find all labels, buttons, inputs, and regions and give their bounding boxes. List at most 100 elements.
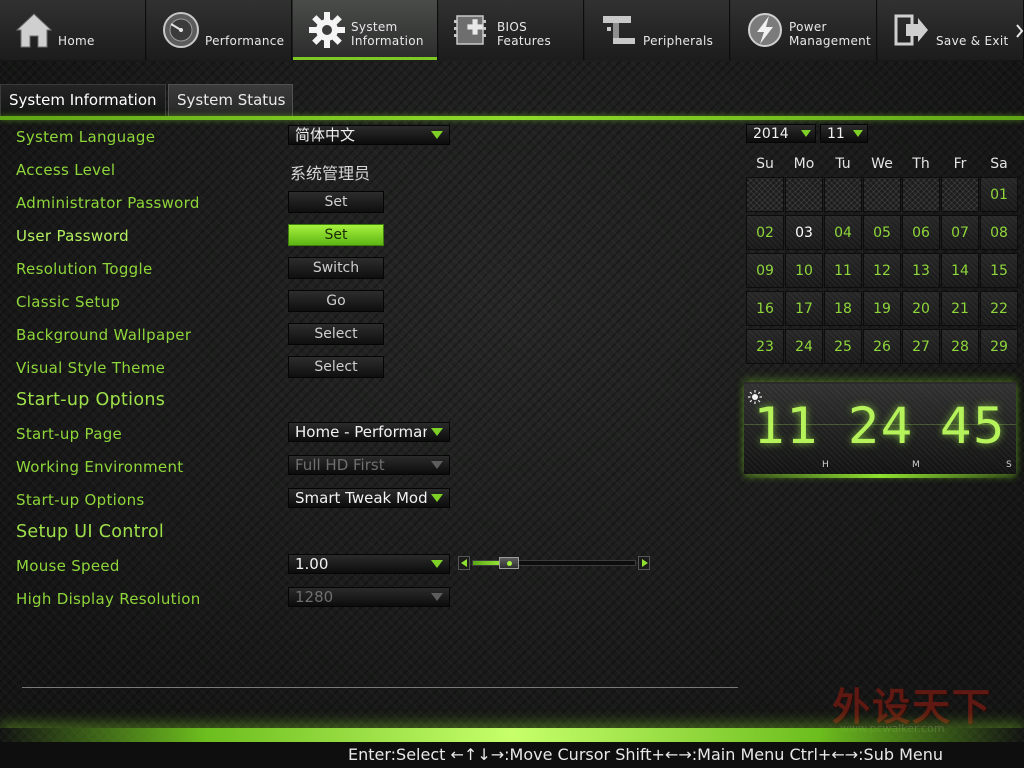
- calendar-day[interactable]: 12: [863, 253, 901, 288]
- calendar-day[interactable]: 23: [746, 329, 784, 364]
- calendar-day[interactable]: 09: [746, 253, 784, 288]
- calendar-month-value: 11: [827, 126, 845, 142]
- clock-minutes: 24: [848, 397, 914, 455]
- calendar-day[interactable]: 17: [785, 291, 823, 326]
- chevron-down-icon: [431, 560, 443, 568]
- calendar-day[interactable]: 05: [863, 215, 901, 250]
- calendar-day[interactable]: 01: [980, 177, 1018, 212]
- calendar-day[interactable]: 20: [902, 291, 940, 326]
- calendar-day[interactable]: 13: [902, 253, 940, 288]
- calendar-day[interactable]: 18: [824, 291, 862, 326]
- nav-system-information-label: System Information: [351, 20, 424, 48]
- calendar-weekday-header: Su Mo Tu We Th Fr Sa: [746, 153, 1018, 175]
- calendar-day[interactable]: 08: [980, 215, 1018, 250]
- calendar-day[interactable]: 07: [941, 215, 979, 250]
- weekday-label: Sa: [990, 156, 1008, 172]
- clock-minutes-unit: M: [912, 460, 920, 470]
- startup-options-dropdown[interactable]: Smart Tweak Mode: [288, 488, 450, 508]
- system-language-dropdown[interactable]: 简体中文: [288, 125, 450, 145]
- calendar-month-dropdown[interactable]: 11: [820, 124, 868, 143]
- high-display-resolution-label: High Display Resolution: [16, 590, 201, 608]
- calendar-day[interactable]: 04: [824, 215, 862, 250]
- visual-style-theme-select-button[interactable]: Select: [288, 356, 384, 378]
- calendar-day[interactable]: 29: [980, 329, 1018, 364]
- nav-power-management[interactable]: Power Management: [731, 0, 877, 60]
- calendar-year-dropdown[interactable]: 2014: [746, 124, 816, 143]
- system-language-value: 简体中文: [295, 126, 356, 144]
- nav-peripherals[interactable]: Peripherals: [585, 0, 730, 60]
- administrator-password-set-button[interactable]: Set: [288, 191, 384, 213]
- slider-track[interactable]: [472, 557, 636, 569]
- slider-increase-icon[interactable]: [638, 556, 650, 570]
- calendar-day[interactable]: 19: [863, 291, 901, 326]
- mouse-speed-slider[interactable]: [458, 556, 652, 570]
- calendar-day[interactable]: 21: [941, 291, 979, 326]
- calendar-day[interactable]: 16: [746, 291, 784, 326]
- tab-system-information[interactable]: System Information: [0, 84, 166, 116]
- resolution-toggle-switch-button[interactable]: Switch: [288, 257, 384, 279]
- administrator-password-label: Administrator Password: [16, 194, 200, 212]
- calendar-year-value: 2014: [753, 126, 789, 142]
- footer-glow-bar: [0, 728, 1024, 742]
- weekday-label: Su: [756, 156, 774, 172]
- weekday-label: Tu: [835, 156, 851, 172]
- user-password-label: User Password: [16, 227, 129, 245]
- home-icon: [15, 13, 53, 48]
- user-password-set-button[interactable]: Set: [288, 224, 384, 246]
- calendar-day[interactable]: 25: [824, 329, 862, 364]
- calendar-day[interactable]: 11: [824, 253, 862, 288]
- calendar-day[interactable]: 15: [980, 253, 1018, 288]
- calendar-day[interactable]: 02: [746, 215, 784, 250]
- tab-underline: [0, 116, 1024, 120]
- calendar-day[interactable]: 28: [941, 329, 979, 364]
- calendar-day[interactable]: 06: [902, 215, 940, 250]
- nav-bios-features[interactable]: BIOS Features: [439, 0, 584, 60]
- startup-page-dropdown[interactable]: Home - Performance: [288, 422, 450, 442]
- classic-setup-label: Classic Setup: [16, 293, 121, 311]
- access-level-label: Access Level: [16, 161, 116, 179]
- chevron-down-icon: [431, 461, 443, 469]
- system-language-label: System Language: [16, 128, 156, 146]
- tab-system-status[interactable]: System Status: [168, 84, 293, 116]
- working-environment-label: Working Environment: [16, 458, 184, 476]
- setup-ui-control-section-title: Setup UI Control: [16, 522, 165, 542]
- calendar-day[interactable]: 27: [902, 329, 940, 364]
- calendar-day[interactable]: 22: [980, 291, 1018, 326]
- calendar-day[interactable]: 26: [863, 329, 901, 364]
- nav-performance-label: Performance: [205, 34, 285, 48]
- mouse-speed-value: 1.00: [295, 555, 329, 573]
- exit-door-icon: [894, 14, 928, 46]
- nav-save-exit[interactable]: Save & Exit: [878, 0, 1024, 60]
- weekday-label: Th: [912, 156, 930, 172]
- slider-thumb[interactable]: [499, 557, 520, 569]
- mouse-speed-dropdown[interactable]: 1.00: [288, 554, 450, 574]
- calendar-empty-cell: [746, 177, 784, 212]
- nav-power-management-label: Power Management: [789, 20, 872, 48]
- calendar-day[interactable]: 10: [785, 253, 823, 288]
- digital-clock: 11 24 45 H M S: [744, 382, 1016, 474]
- weekday-label: We: [871, 156, 893, 172]
- classic-setup-go-button[interactable]: Go: [288, 290, 384, 312]
- startup-page-label: Start-up Page: [16, 425, 123, 443]
- working-environment-dropdown: Full HD First: [288, 455, 450, 475]
- calendar-day[interactable]: 14: [941, 253, 979, 288]
- chevron-down-icon: [431, 494, 443, 502]
- nav-performance[interactable]: Performance: [147, 0, 292, 60]
- nav-home-label: Home: [58, 34, 95, 48]
- slider-decrease-icon[interactable]: [458, 556, 470, 570]
- clock-seconds: 45: [940, 397, 1006, 455]
- calendar-day[interactable]: 24: [785, 329, 823, 364]
- nav-scroll-right-icon[interactable]: [1015, 22, 1024, 40]
- calendar-empty-cell: [863, 177, 901, 212]
- high-display-resolution-value: 1280: [295, 588, 334, 606]
- nav-home[interactable]: Home: [0, 0, 146, 60]
- background-wallpaper-label: Background Wallpaper: [16, 326, 192, 344]
- background-wallpaper-select-button[interactable]: Select: [288, 323, 384, 345]
- calendar-empty-cell: [824, 177, 862, 212]
- calendar-empty-cell: [785, 177, 823, 212]
- calendar-day[interactable]: 03: [785, 215, 823, 250]
- bios-chip-icon: [454, 15, 486, 45]
- chevron-down-icon: [853, 130, 863, 137]
- chevron-down-icon: [431, 131, 443, 139]
- nav-system-information[interactable]: System Information: [293, 0, 438, 60]
